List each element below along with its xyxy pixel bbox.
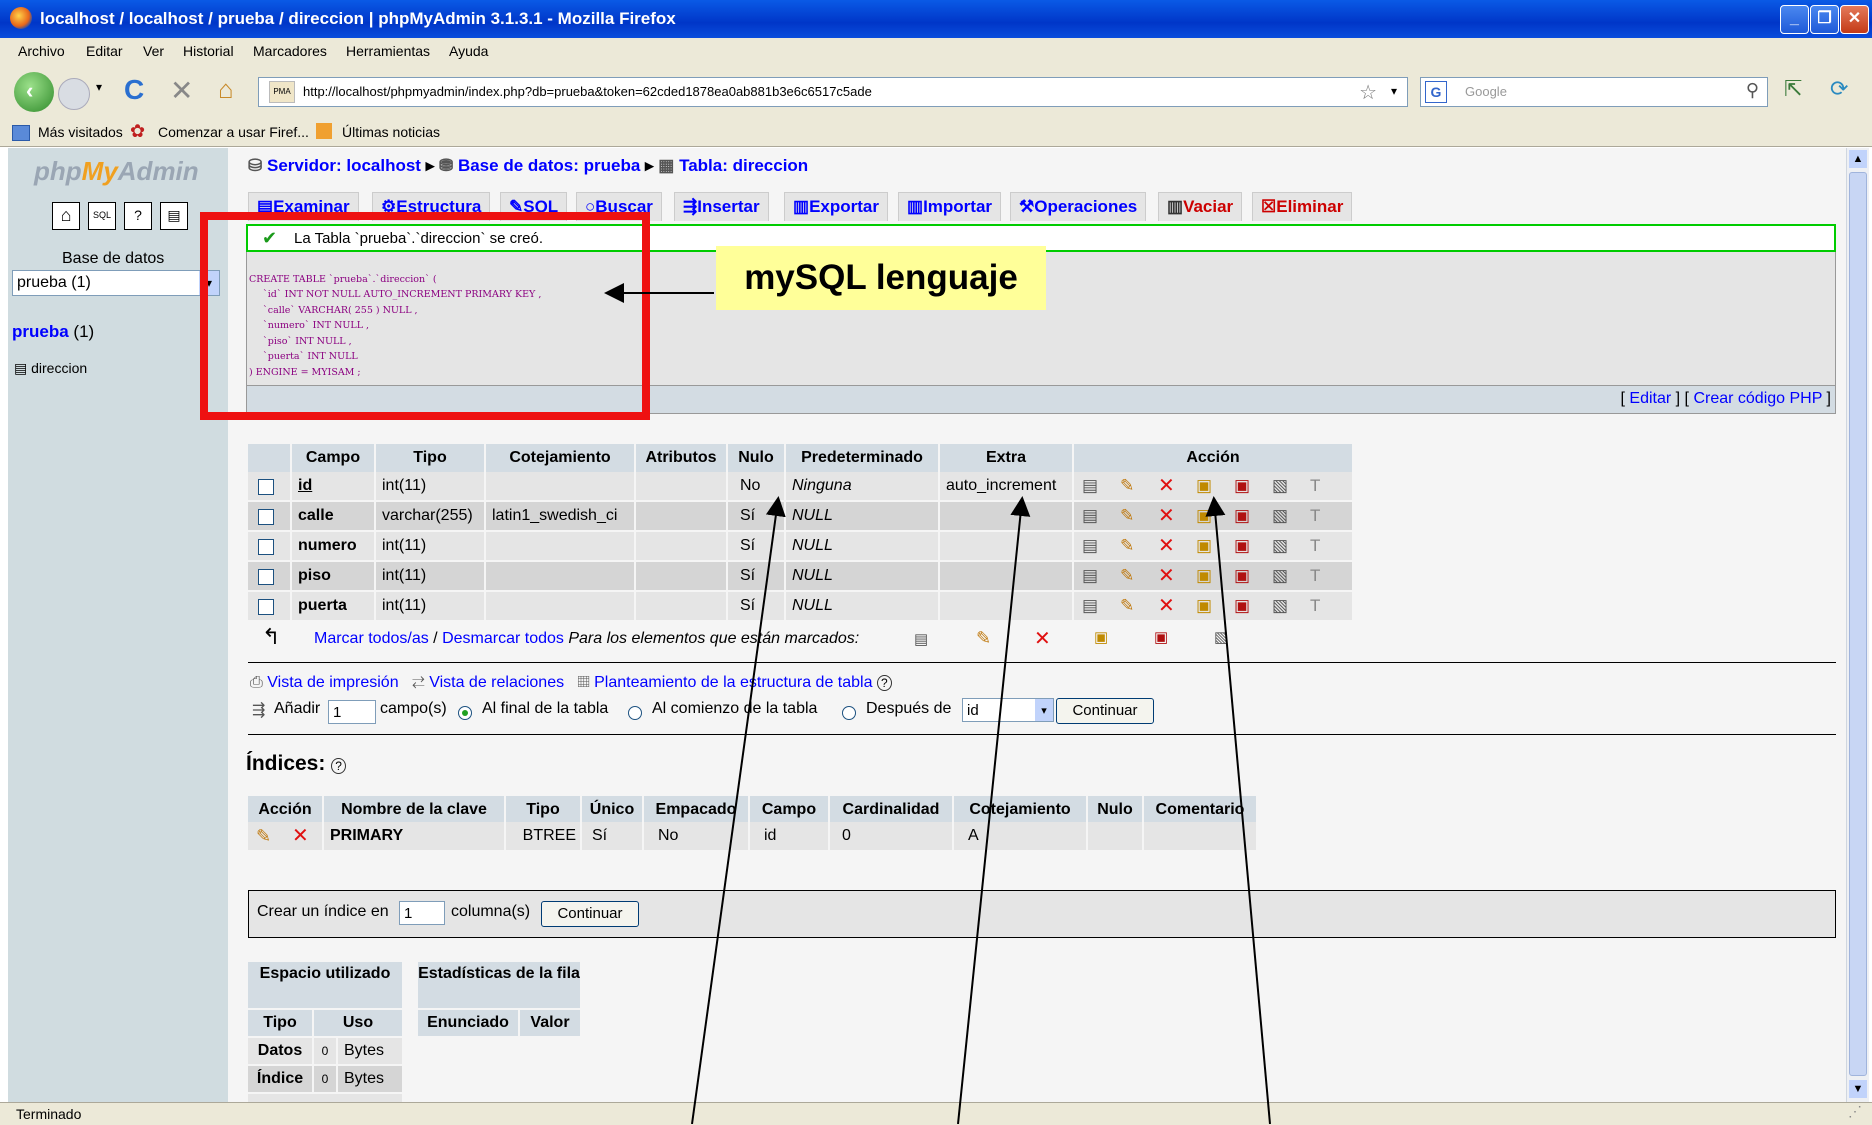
annotation-arrow-primary	[1205, 496, 1271, 1124]
annotation-arrow-nulo	[691, 496, 786, 1124]
annotation-arrow-extra	[957, 496, 1031, 1124]
annotation-arrows	[604, 283, 1271, 1124]
